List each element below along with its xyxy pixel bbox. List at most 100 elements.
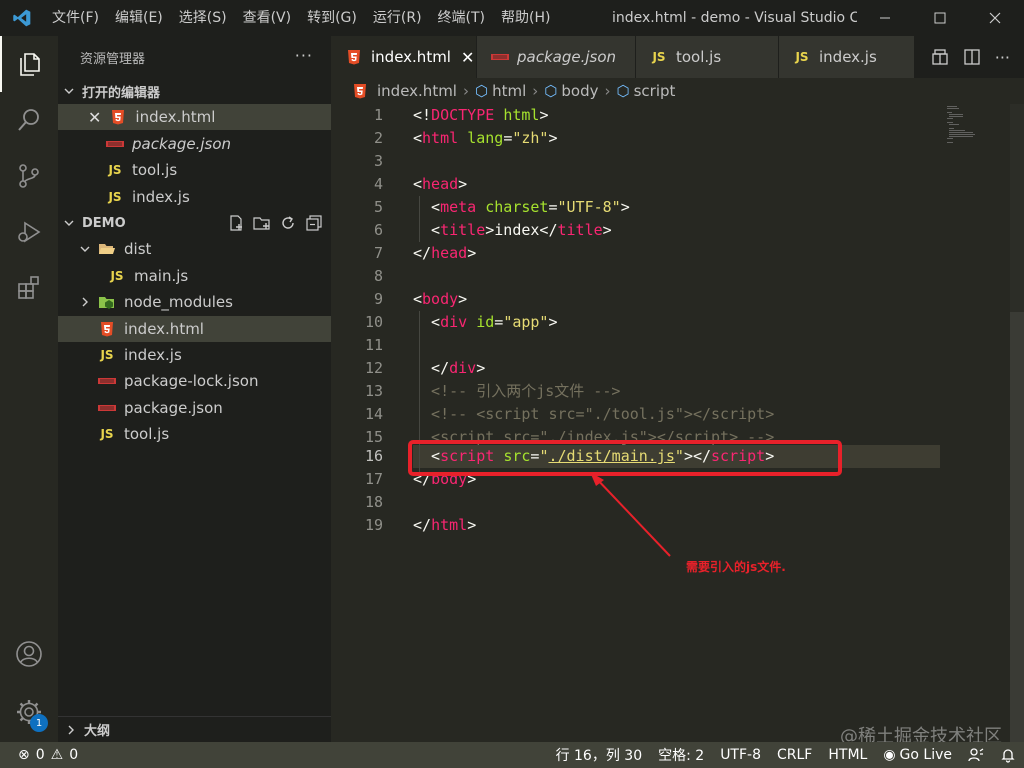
js-icon: JS [100,427,114,441]
line-number: 7 [373,244,383,262]
open-changes-icon[interactable] [931,48,949,66]
breadcrumb-file[interactable]: index.html [377,82,457,100]
open-editors-section[interactable]: 打开的编辑器 [58,78,331,104]
explorer-icon[interactable] [0,36,58,92]
source-control-icon[interactable] [0,148,58,204]
element-icon: ⬡ [474,82,489,100]
title-bar: 文件(F) 编辑(E) 选择(S) 查看(V) 转到(G) 运行(R) 终端(T… [0,0,1024,36]
explorer-toolbar [227,214,323,232]
tree-file-package-lock[interactable]: package-lock.json [58,368,331,394]
menu-view[interactable]: 查看(V) [235,0,300,36]
scrollbar-thumb[interactable] [1010,312,1024,742]
tree-file-index-html[interactable]: index.html [58,316,331,342]
code-line: 6 <title>index</title> [331,219,941,242]
vscode-logo-icon [0,0,44,36]
notifications-bell-icon[interactable] [992,747,1024,763]
feedback-icon[interactable] [960,747,992,763]
open-editor-label: tool.js [132,161,178,179]
outline-section[interactable]: 大纲 [58,716,331,742]
error-icon: ⊗ [18,747,30,763]
line-number: 9 [373,290,383,308]
breadcrumb-html[interactable]: html [492,82,526,100]
new-folder-icon[interactable] [253,214,271,232]
tree-folder-dist[interactable]: dist [58,236,331,262]
js-icon: JS [108,190,122,204]
node-folder-icon [98,295,116,309]
menu-selection[interactable]: 选择(S) [171,0,235,36]
more-actions-icon[interactable]: ··· [995,48,1010,67]
open-editor-label: package.json [132,135,232,153]
npm-icon [98,404,116,412]
tree-file-index-js[interactable]: JS index.js [58,342,331,368]
tab-package-json[interactable]: package.json [477,36,636,78]
menu-file[interactable]: 文件(F) [44,0,107,36]
line-number: 13 [364,382,383,400]
minimize-button[interactable] [860,0,910,36]
menu-terminal[interactable]: 终端(T) [430,0,493,36]
code-line: 5 <meta charset="UTF-8"> [331,196,941,219]
tree-file-tool-js[interactable]: JS tool.js [58,421,331,447]
search-icon[interactable] [0,92,58,148]
menu-run[interactable]: 运行(R) [365,0,430,36]
vertical-scrollbar[interactable] [1010,104,1024,742]
breadcrumb-body[interactable]: body [561,82,598,100]
language-mode[interactable]: HTML [820,747,875,763]
tree-file-main-js[interactable]: JS main.js [58,263,331,289]
close-editor-icon[interactable]: ✕ [88,108,101,127]
open-editor-tool-js[interactable]: JS tool.js [58,157,331,183]
project-section[interactable]: DEMO [58,210,331,236]
code-line: 11 [331,334,941,357]
html5-icon [109,109,127,125]
chevron-down-icon [62,216,76,230]
indentation[interactable]: 空格: 2 [650,745,712,765]
open-editor-label: index.js [132,188,190,206]
menu-go[interactable]: 转到(G) [299,0,365,36]
breadcrumb-script[interactable]: script [634,82,676,100]
maximize-button[interactable] [915,0,965,36]
menu-bar: 文件(F) 编辑(E) 选择(S) 查看(V) 转到(G) 运行(R) 终端(T… [44,0,558,36]
open-editor-index-js[interactable]: JS index.js [58,184,331,210]
npm-icon [98,377,116,385]
close-tab-icon[interactable]: ✕ [461,48,474,67]
new-file-icon[interactable] [227,214,245,232]
run-debug-icon[interactable] [0,204,58,260]
collapse-all-icon[interactable] [305,214,323,232]
menu-edit[interactable]: 编辑(E) [107,0,171,36]
go-live-button[interactable]: ◉ Go Live [875,747,960,763]
project-label: DEMO [82,215,126,231]
close-window-button[interactable] [970,0,1020,36]
tab-tool-js[interactable]: JS tool.js [636,36,779,78]
open-editors-label: 打开的编辑器 [82,85,161,101]
split-editor-icon[interactable] [963,48,981,66]
refresh-icon[interactable] [279,214,297,232]
tab-index-js[interactable]: JS index.js [779,36,915,78]
open-editor-package-json[interactable]: package.json [58,131,331,157]
tree-label: package.json [124,399,223,417]
notification-badge: 1 [30,714,48,732]
editor-tabs: index.html ✕ package.json JS tool.js JS … [331,36,1024,78]
accounts-icon[interactable] [0,626,58,682]
more-actions-icon[interactable]: ··· [295,46,313,65]
minimap[interactable] [945,104,1005,154]
encoding[interactable]: UTF-8 [712,747,769,763]
code-line: 3 [331,150,941,173]
js-icon: JS [110,269,124,283]
tree-folder-node-modules[interactable]: node_modules [58,289,331,315]
problems-indicator[interactable]: ⊗ 0 ⚠ 0 [0,747,78,763]
code-editor[interactable]: 1 <!DOCTYPE html> 2 <html lang="zh"> 3 4 <h… [331,104,1024,742]
end-of-line[interactable]: CRLF [769,747,820,763]
tree-file-package-json[interactable]: package.json [58,395,331,421]
tab-label: tool.js [676,48,722,66]
tab-label: index.js [819,48,877,66]
extensions-icon[interactable] [0,260,58,316]
line-number: 19 [364,516,383,534]
open-editor-index-html[interactable]: ✕ index.html [58,104,331,130]
tab-index-html[interactable]: index.html ✕ [331,36,477,78]
menu-help[interactable]: 帮助(H) [493,0,558,36]
js-icon: JS [652,50,666,64]
code-line: 9 <body> [331,288,941,311]
tree-label: index.html [124,320,204,338]
cursor-position[interactable]: 行 16，列 30 [548,745,651,765]
html5-icon [351,83,369,99]
settings-gear-icon[interactable]: 1 [0,684,58,740]
